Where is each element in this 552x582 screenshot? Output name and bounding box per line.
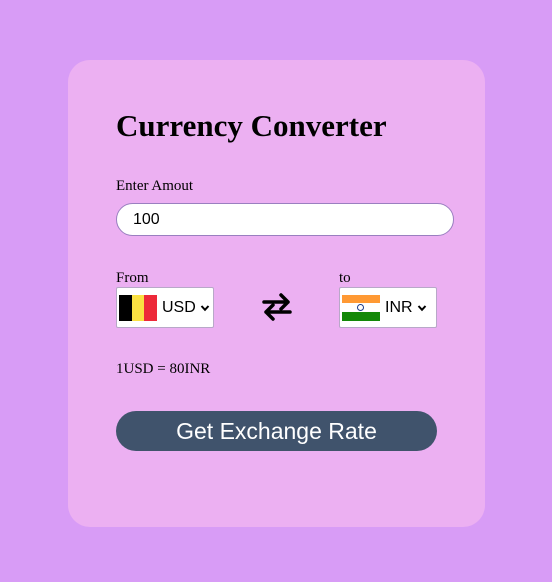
to-currency-select[interactable]: INR [339,287,437,328]
chevron-down-icon [417,304,426,311]
from-currency-select[interactable]: USD [116,287,214,328]
chevron-down-icon [200,304,210,311]
converter-card: Currency Converter Enter Amout From to U… [68,60,485,527]
from-label: From [116,270,149,286]
amount-label: Enter Amout [116,178,194,194]
exchange-rate-text: 1USD = 80INR [116,361,211,377]
swap-arrows-icon[interactable] [261,291,293,323]
from-currency-value: USD [162,298,196,316]
to-currency-value: INR [385,298,413,316]
india-flag-icon [342,294,380,321]
amount-input[interactable] [116,203,454,236]
to-label: to [339,270,351,286]
page-title: Currency Converter [116,108,387,143]
belgium-flag-icon [119,294,158,321]
get-exchange-rate-button[interactable]: Get Exchange Rate [116,411,437,451]
